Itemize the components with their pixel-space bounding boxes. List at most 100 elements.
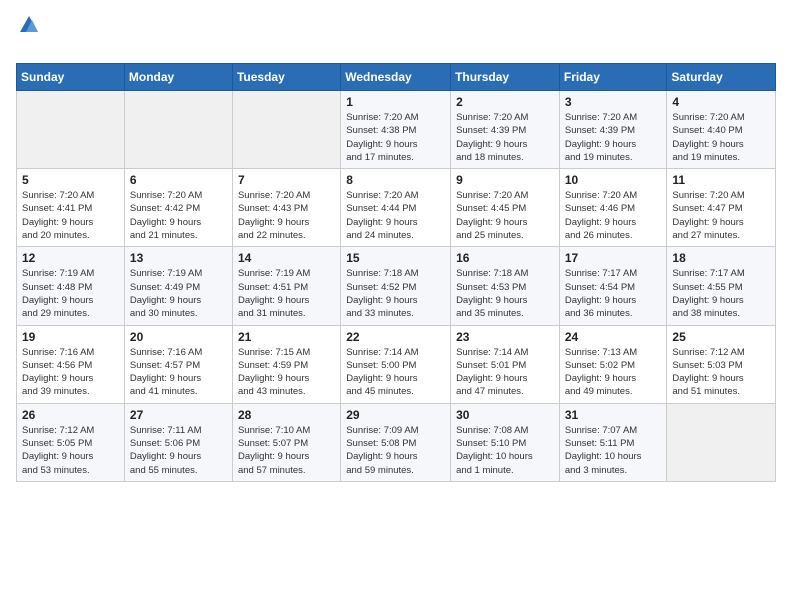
day-info: Sunrise: 7:11 AM Sunset: 5:06 PM Dayligh… bbox=[130, 424, 227, 477]
header-tuesday: Tuesday bbox=[232, 64, 340, 91]
day-info: Sunrise: 7:20 AM Sunset: 4:44 PM Dayligh… bbox=[346, 189, 445, 242]
day-info: Sunrise: 7:20 AM Sunset: 4:46 PM Dayligh… bbox=[565, 189, 662, 242]
day-cell: 22 Sunrise: 7:14 AM Sunset: 5:00 PM Dayli… bbox=[341, 325, 451, 403]
day-number: 27 bbox=[130, 408, 227, 422]
day-cell: 23Sunrise: 7:14 AM Sunset: 5:01 PM Dayli… bbox=[451, 325, 560, 403]
day-info: Sunrise: 7:18 AM Sunset: 4:53 PM Dayligh… bbox=[456, 267, 554, 320]
day-cell: 14Sunrise: 7:19 AM Sunset: 4:51 PM Dayli… bbox=[232, 247, 340, 325]
logo bbox=[16, 14, 40, 57]
day-cell: 30 Sunrise: 7:08 AM Sunset: 5:10 PM Dayli… bbox=[451, 403, 560, 481]
day-cell: 18 Sunrise: 7:17 AM Sunset: 4:55 PM Dayli… bbox=[667, 247, 776, 325]
day-info: Sunrise: 7:15 AM Sunset: 4:59 PM Dayligh… bbox=[238, 346, 335, 399]
day-cell: 9 Sunrise: 7:20 AM Sunset: 4:45 PM Daylig… bbox=[451, 169, 560, 247]
day-number: 25 bbox=[672, 330, 770, 344]
day-info: Sunrise: 7:17 AM Sunset: 4:55 PM Dayligh… bbox=[672, 267, 770, 320]
logo-icon bbox=[18, 14, 40, 36]
day-cell: 2 Sunrise: 7:20 AM Sunset: 4:39 PM Daylig… bbox=[451, 91, 560, 169]
day-number: 17 bbox=[565, 251, 662, 265]
day-number: 1 bbox=[346, 95, 445, 109]
day-number: 26 bbox=[22, 408, 119, 422]
day-number: 11 bbox=[672, 173, 770, 187]
day-info: Sunrise: 7:20 AM Sunset: 4:39 PM Dayligh… bbox=[565, 111, 662, 164]
day-number: 16 bbox=[456, 251, 554, 265]
day-cell: 26 Sunrise: 7:12 AM Sunset: 5:05 PM Dayli… bbox=[17, 403, 125, 481]
day-info: Sunrise: 7:20 AM Sunset: 4:45 PM Dayligh… bbox=[456, 189, 554, 242]
logo-blue-text bbox=[16, 36, 18, 56]
day-cell: 10Sunrise: 7:20 AM Sunset: 4:46 PM Dayli… bbox=[559, 169, 667, 247]
day-number: 15 bbox=[346, 251, 445, 265]
day-info: Sunrise: 7:16 AM Sunset: 4:57 PM Dayligh… bbox=[130, 346, 227, 399]
week-row-1: 5 Sunrise: 7:20 AM Sunset: 4:41 PM Daylig… bbox=[17, 169, 776, 247]
day-number: 3 bbox=[565, 95, 662, 109]
day-info: Sunrise: 7:20 AM Sunset: 4:39 PM Dayligh… bbox=[456, 111, 554, 164]
day-info: Sunrise: 7:19 AM Sunset: 4:48 PM Dayligh… bbox=[22, 267, 119, 320]
day-cell bbox=[17, 91, 125, 169]
day-number: 29 bbox=[346, 408, 445, 422]
day-cell: 27 Sunrise: 7:11 AM Sunset: 5:06 PM Dayli… bbox=[124, 403, 232, 481]
header-wednesday: Wednesday bbox=[341, 64, 451, 91]
day-number: 9 bbox=[456, 173, 554, 187]
day-number: 31 bbox=[565, 408, 662, 422]
day-number: 22 bbox=[346, 330, 445, 344]
day-info: Sunrise: 7:20 AM Sunset: 4:41 PM Dayligh… bbox=[22, 189, 119, 242]
day-number: 18 bbox=[672, 251, 770, 265]
day-info: Sunrise: 7:17 AM Sunset: 4:54 PM Dayligh… bbox=[565, 267, 662, 320]
day-cell: 5 Sunrise: 7:20 AM Sunset: 4:41 PM Daylig… bbox=[17, 169, 125, 247]
day-cell: 3 Sunrise: 7:20 AM Sunset: 4:39 PM Daylig… bbox=[559, 91, 667, 169]
day-number: 13 bbox=[130, 251, 227, 265]
day-cell: 16 Sunrise: 7:18 AM Sunset: 4:53 PM Dayli… bbox=[451, 247, 560, 325]
day-cell: 17 Sunrise: 7:17 AM Sunset: 4:54 PM Dayli… bbox=[559, 247, 667, 325]
day-number: 14 bbox=[238, 251, 335, 265]
day-cell: 21 Sunrise: 7:15 AM Sunset: 4:59 PM Dayli… bbox=[232, 325, 340, 403]
day-number: 19 bbox=[22, 330, 119, 344]
day-cell: 11Sunrise: 7:20 AM Sunset: 4:47 PM Dayli… bbox=[667, 169, 776, 247]
week-row-4: 26 Sunrise: 7:12 AM Sunset: 5:05 PM Dayli… bbox=[17, 403, 776, 481]
day-cell bbox=[124, 91, 232, 169]
day-number: 5 bbox=[22, 173, 119, 187]
day-number: 6 bbox=[130, 173, 227, 187]
day-info: Sunrise: 7:14 AM Sunset: 5:00 PM Dayligh… bbox=[346, 346, 445, 399]
day-number: 4 bbox=[672, 95, 770, 109]
day-cell: 8 Sunrise: 7:20 AM Sunset: 4:44 PM Daylig… bbox=[341, 169, 451, 247]
day-info: Sunrise: 7:07 AM Sunset: 5:11 PM Dayligh… bbox=[565, 424, 662, 477]
header-thursday: Thursday bbox=[451, 64, 560, 91]
day-cell: 4 Sunrise: 7:20 AM Sunset: 4:40 PM Daylig… bbox=[667, 91, 776, 169]
calendar: Sunday Monday Tuesday Wednesday Thursday… bbox=[16, 63, 776, 482]
day-cell: 28Sunrise: 7:10 AM Sunset: 5:07 PM Dayli… bbox=[232, 403, 340, 481]
day-info: Sunrise: 7:09 AM Sunset: 5:08 PM Dayligh… bbox=[346, 424, 445, 477]
day-info: Sunrise: 7:18 AM Sunset: 4:52 PM Dayligh… bbox=[346, 267, 445, 320]
day-number: 12 bbox=[22, 251, 119, 265]
header-saturday: Saturday bbox=[667, 64, 776, 91]
day-cell bbox=[232, 91, 340, 169]
weekday-header-row: Sunday Monday Tuesday Wednesday Thursday… bbox=[17, 64, 776, 91]
day-number: 21 bbox=[238, 330, 335, 344]
day-cell: 6 Sunrise: 7:20 AM Sunset: 4:42 PM Daylig… bbox=[124, 169, 232, 247]
day-cell: 29 Sunrise: 7:09 AM Sunset: 5:08 PM Dayli… bbox=[341, 403, 451, 481]
day-info: Sunrise: 7:20 AM Sunset: 4:43 PM Dayligh… bbox=[238, 189, 335, 242]
day-info: Sunrise: 7:13 AM Sunset: 5:02 PM Dayligh… bbox=[565, 346, 662, 399]
header-monday: Monday bbox=[124, 64, 232, 91]
day-number: 30 bbox=[456, 408, 554, 422]
day-number: 2 bbox=[456, 95, 554, 109]
day-cell: 13 Sunrise: 7:19 AM Sunset: 4:49 PM Dayli… bbox=[124, 247, 232, 325]
day-cell: 7 Sunrise: 7:20 AM Sunset: 4:43 PM Daylig… bbox=[232, 169, 340, 247]
week-row-0: 1Sunrise: 7:20 AM Sunset: 4:38 PM Daylig… bbox=[17, 91, 776, 169]
day-number: 20 bbox=[130, 330, 227, 344]
day-info: Sunrise: 7:19 AM Sunset: 4:49 PM Dayligh… bbox=[130, 267, 227, 320]
day-number: 8 bbox=[346, 173, 445, 187]
day-info: Sunrise: 7:10 AM Sunset: 5:07 PM Dayligh… bbox=[238, 424, 335, 477]
day-info: Sunrise: 7:16 AM Sunset: 4:56 PM Dayligh… bbox=[22, 346, 119, 399]
header-friday: Friday bbox=[559, 64, 667, 91]
day-info: Sunrise: 7:20 AM Sunset: 4:42 PM Dayligh… bbox=[130, 189, 227, 242]
day-cell: 1Sunrise: 7:20 AM Sunset: 4:38 PM Daylig… bbox=[341, 91, 451, 169]
day-cell: 31 Sunrise: 7:07 AM Sunset: 5:11 PM Dayli… bbox=[559, 403, 667, 481]
day-info: Sunrise: 7:08 AM Sunset: 5:10 PM Dayligh… bbox=[456, 424, 554, 477]
header bbox=[16, 10, 776, 57]
week-row-2: 12 Sunrise: 7:19 AM Sunset: 4:48 PM Dayli… bbox=[17, 247, 776, 325]
day-cell bbox=[667, 403, 776, 481]
day-number: 7 bbox=[238, 173, 335, 187]
day-info: Sunrise: 7:12 AM Sunset: 5:05 PM Dayligh… bbox=[22, 424, 119, 477]
day-info: Sunrise: 7:20 AM Sunset: 4:40 PM Dayligh… bbox=[672, 111, 770, 164]
day-cell: 19 Sunrise: 7:16 AM Sunset: 4:56 PM Dayli… bbox=[17, 325, 125, 403]
day-cell: 20 Sunrise: 7:16 AM Sunset: 4:57 PM Dayli… bbox=[124, 325, 232, 403]
